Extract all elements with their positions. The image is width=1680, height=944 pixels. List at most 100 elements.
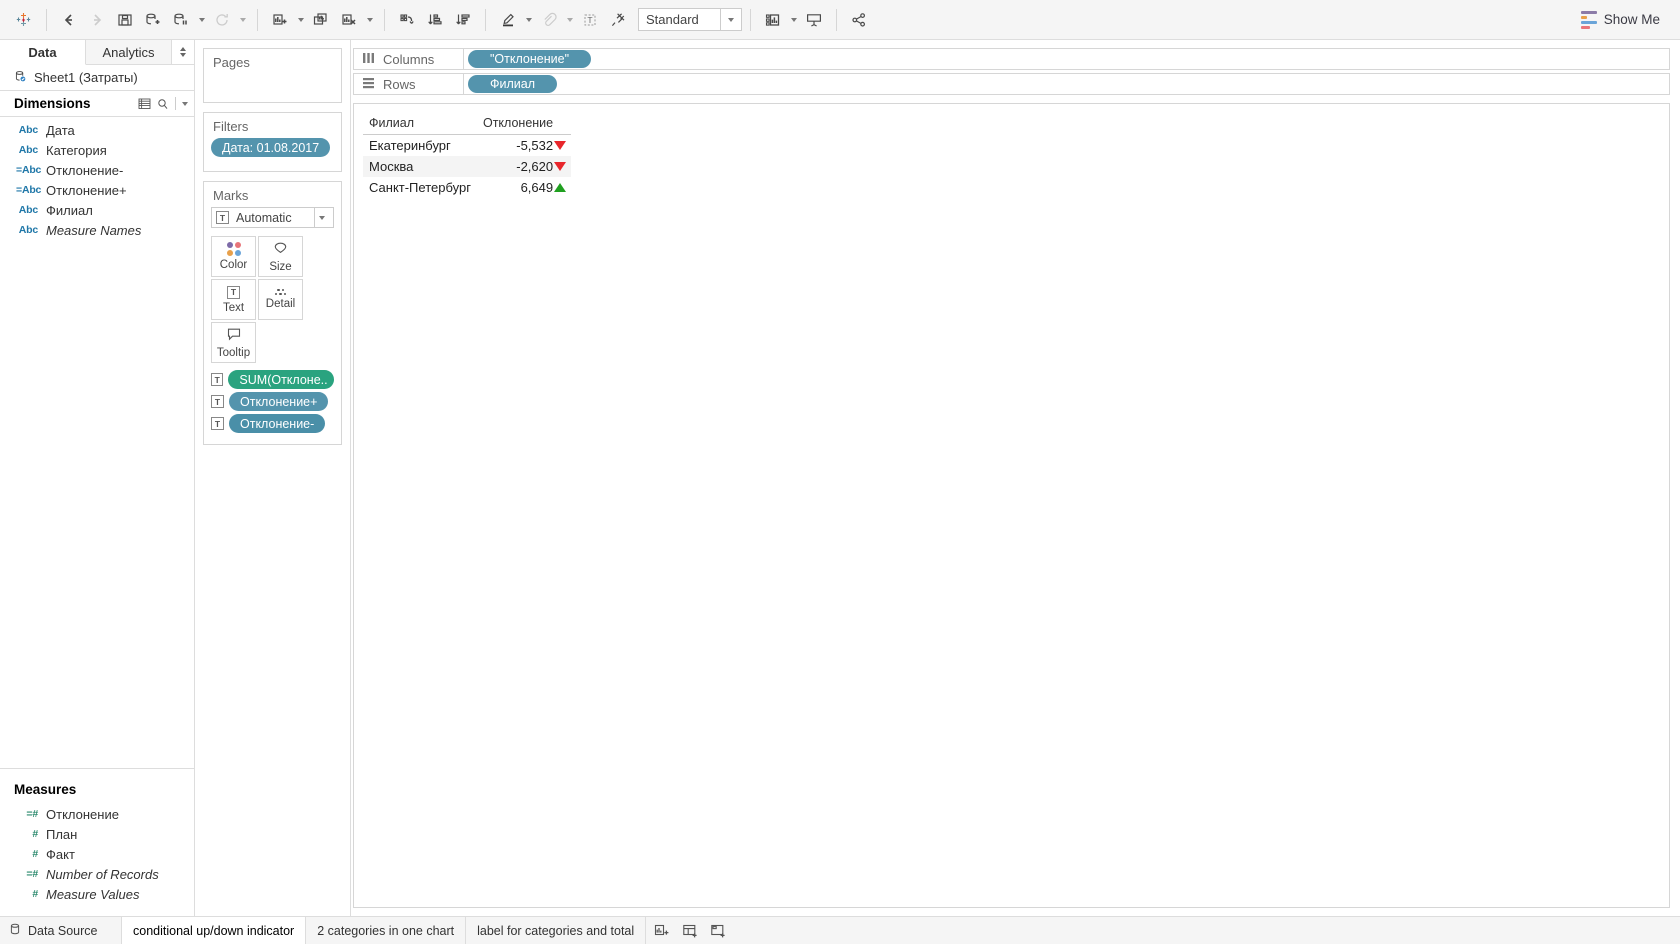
rows-drop-zone[interactable]: Филиал (463, 73, 1670, 95)
duplicate-sheet-icon[interactable] (307, 6, 335, 34)
highlight-icon[interactable] (494, 6, 522, 34)
field-filial[interactable]: Abc Филиал (0, 200, 194, 220)
columns-shelf-label: Columns (353, 48, 463, 70)
field-data[interactable]: Abc Дата (0, 120, 194, 140)
marks-size-button[interactable]: Size (258, 236, 303, 277)
cell-branch[interactable]: Санкт-Петербург (363, 177, 477, 198)
tab-data[interactable]: Data (0, 40, 86, 65)
group-members-icon[interactable] (535, 6, 563, 34)
tableau-logo-icon[interactable] (10, 6, 38, 34)
pause-updates-caret-icon[interactable] (195, 6, 208, 34)
measure-otklonenie[interactable]: =# Отклонение (0, 804, 194, 824)
viz-canvas[interactable]: Филиал Отклонение Екатеринбург -5,532 Мо (353, 103, 1670, 908)
swap-rows-columns-icon[interactable] (393, 6, 421, 34)
data-source-item[interactable]: Sheet1 (Затраты) (0, 65, 194, 91)
status-bar: Data Source conditional up/down indicato… (0, 916, 1680, 944)
cards-caret-icon[interactable] (787, 6, 800, 34)
field-otklonenie-plus[interactable]: =Abc Отклонение+ (0, 180, 194, 200)
field-type-icon: Abc (16, 144, 38, 156)
marks-detail-button[interactable]: Detail (258, 279, 303, 320)
marks-pill-otklonenie-plus[interactable]: Отклонение+ (229, 392, 328, 411)
table-row[interactable]: Екатеринбург -5,532 (363, 135, 571, 157)
data-source-tab[interactable]: Data Source (0, 917, 122, 944)
marks-detail-label: Detail (266, 298, 295, 310)
field-measure-names[interactable]: Abc Measure Names (0, 220, 194, 240)
search-icon[interactable] (157, 98, 169, 110)
pane-collapse-toggle[interactable] (172, 40, 194, 64)
rows-pill-filial[interactable]: Филиал (468, 75, 557, 93)
pause-data-updates-icon[interactable] (167, 6, 195, 34)
marks-tooltip-button[interactable]: Tooltip (211, 322, 256, 363)
toolbar-group-nav (55, 6, 249, 34)
marks-tooltip-label: Tooltip (217, 347, 250, 359)
marks-text-button[interactable]: T Text (211, 279, 256, 320)
refresh-icon[interactable] (208, 6, 236, 34)
table-row[interactable]: Москва -2,620 (363, 156, 571, 177)
fix-axes-icon[interactable] (604, 6, 632, 34)
fit-select[interactable]: Standard (638, 8, 742, 31)
sort-descending-icon[interactable] (449, 6, 477, 34)
show-me-button[interactable]: Show Me (1571, 7, 1670, 33)
fit-select-caret-icon[interactable] (720, 9, 741, 30)
rows-shelf-label: Rows (353, 73, 463, 95)
back-icon[interactable] (55, 6, 83, 34)
sheet-tab-conditional-indicator[interactable]: conditional up/down indicator (122, 917, 306, 944)
field-kategoriya[interactable]: Abc Категория (0, 140, 194, 160)
columns-drop-zone[interactable]: "Отклонение" (463, 48, 1670, 70)
cell-value[interactable]: 6,649 (477, 177, 553, 198)
field-otklonenie-minus[interactable]: =Abc Отклонение- (0, 160, 194, 180)
columns-pill-otklonenie[interactable]: "Отклонение" (468, 50, 591, 68)
new-sheet-caret-icon[interactable] (294, 6, 307, 34)
dimensions-title: Dimensions (14, 96, 138, 111)
sheet-tab-two-categories[interactable]: 2 categories in one chart (306, 917, 466, 944)
toolbar-group-view (759, 6, 828, 34)
sheet-tab-label-categories-total[interactable]: label for categories and total (466, 917, 646, 944)
show-mark-labels-icon[interactable]: T (576, 6, 604, 34)
save-icon[interactable] (111, 6, 139, 34)
new-worksheet-icon[interactable] (650, 920, 674, 942)
column-header-otklonenie[interactable]: Отклонение (477, 113, 553, 135)
filters-drop-zone[interactable]: Дата: 01.08.2017 (204, 138, 341, 171)
add-data-source-icon[interactable] (139, 6, 167, 34)
share-icon[interactable] (845, 6, 873, 34)
new-dashboard-icon[interactable] (678, 920, 702, 942)
presentation-mode-icon[interactable] (800, 6, 828, 34)
clear-sheet-caret-icon[interactable] (363, 6, 376, 34)
pages-card: Pages (203, 48, 342, 103)
highlight-caret-icon[interactable] (522, 6, 535, 34)
group-caret-icon[interactable] (563, 6, 576, 34)
dimensions-header-icons (138, 97, 188, 110)
sort-ascending-icon[interactable] (421, 6, 449, 34)
cell-value[interactable]: -5,532 (477, 135, 553, 157)
show-hide-cards-icon[interactable] (759, 6, 787, 34)
toolbar-divider (750, 9, 751, 31)
cell-branch[interactable]: Екатеринбург (363, 135, 477, 157)
tab-analytics[interactable]: Analytics (86, 40, 172, 64)
cell-branch[interactable]: Москва (363, 156, 477, 177)
measure-fakt[interactable]: # Факт (0, 844, 194, 864)
measure-plan[interactable]: # План (0, 824, 194, 844)
marks-color-button[interactable]: Color (211, 236, 256, 277)
grid-view-icon[interactable] (138, 98, 151, 110)
refresh-caret-icon[interactable] (236, 6, 249, 34)
pages-drop-zone[interactable] (204, 74, 341, 102)
toolbar-divider (384, 9, 385, 31)
toolbar-group-annotate: T (494, 6, 632, 34)
cell-value[interactable]: -2,620 (477, 156, 553, 177)
measure-number-of-records[interactable]: =# Number of Records (0, 864, 194, 884)
dimensions-dropdown-caret-icon[interactable] (182, 102, 188, 106)
toolbar-divider (257, 9, 258, 31)
new-worksheet-icon[interactable] (266, 6, 294, 34)
mark-type-caret-icon[interactable] (314, 208, 329, 227)
marks-pill-otklonenie-minus[interactable]: Отклонение- (229, 414, 325, 433)
column-header-filial[interactable]: Филиал (363, 113, 477, 135)
new-story-icon[interactable] (706, 920, 730, 942)
measure-measure-values[interactable]: # Measure Values (0, 884, 194, 904)
forward-icon[interactable] (83, 6, 111, 34)
table-row[interactable]: Санкт-Петербург 6,649 (363, 177, 571, 198)
text-icon: T (211, 417, 224, 430)
filter-pill-data[interactable]: Дата: 01.08.2017 (211, 138, 330, 157)
clear-sheet-icon[interactable] (335, 6, 363, 34)
marks-pill-sum-otklonenie[interactable]: SUM(Отклоне.. (228, 370, 334, 389)
mark-type-select[interactable]: T Automatic (211, 207, 334, 228)
